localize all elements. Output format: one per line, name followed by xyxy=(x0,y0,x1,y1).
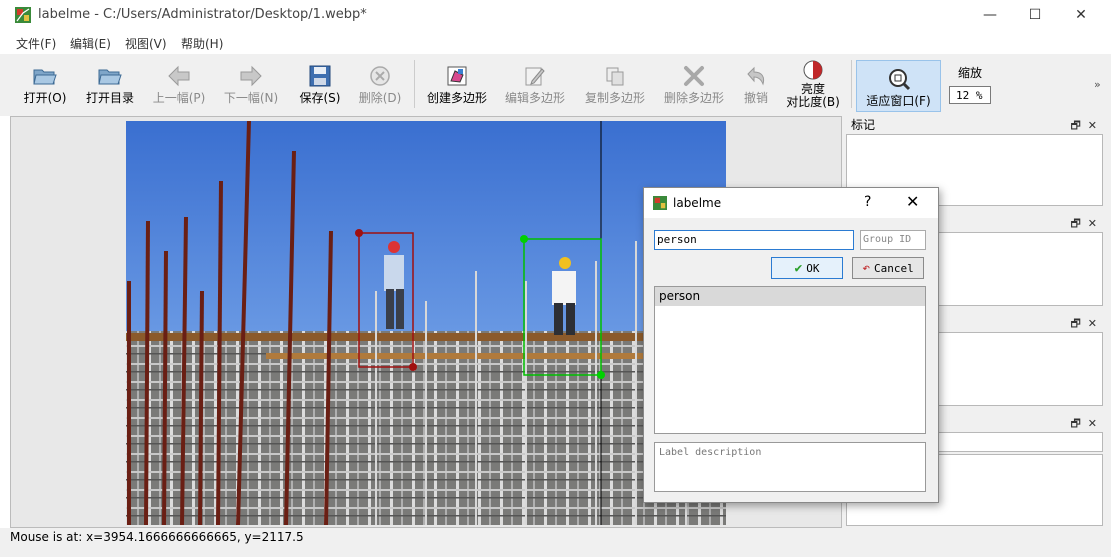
toolbar-separator xyxy=(414,60,415,108)
dock-float-icon[interactable]: 🗗 xyxy=(1070,317,1080,330)
delete-x-icon xyxy=(684,66,704,86)
dialog-title-bar: labelme ? ✕ xyxy=(644,188,938,218)
copy-icon xyxy=(606,67,624,86)
dock-title: 标记 🗗 ✕ xyxy=(846,116,1103,134)
copy-polygon-button[interactable]: 复制多边形 xyxy=(580,56,650,112)
zoom-fit-icon xyxy=(888,69,910,91)
ok-button[interactable]: ✔ OK xyxy=(771,257,843,279)
status-bar: Mouse is at: x=3954.1666666666665, y=211… xyxy=(10,530,304,544)
list-item[interactable]: person xyxy=(655,287,925,306)
label-input[interactable]: person xyxy=(654,230,854,250)
open-dir-label: 打开目录 xyxy=(85,91,134,105)
open-label: 打开(O) xyxy=(23,91,67,105)
fit-window-label: 适应窗口(F) xyxy=(866,94,931,108)
delete-file-label: 删除(D) xyxy=(358,91,402,105)
label-description-input[interactable]: Label description xyxy=(654,442,926,492)
next-image-button[interactable]: 下一幅(N) xyxy=(220,56,282,112)
check-icon: ✔ xyxy=(794,260,803,276)
create-polygon-button[interactable]: 创建多边形 xyxy=(422,56,492,112)
cancel-button[interactable]: ↶ Cancel xyxy=(852,257,924,279)
close-button[interactable]: ✕ xyxy=(1058,0,1104,30)
menu-help[interactable]: 帮助(H) xyxy=(181,35,223,52)
save-label: 保存(S) xyxy=(299,91,341,105)
edit-polygon-button[interactable]: 编辑多边形 xyxy=(500,56,570,112)
undo-arrow-icon xyxy=(747,66,765,86)
label-dialog: labelme ? ✕ person Group ID ✔ OK ↶ Cance… xyxy=(643,187,939,503)
save-disk-icon xyxy=(309,65,331,87)
menu-view[interactable]: 视图(V) xyxy=(125,35,167,52)
brightness-contrast-button[interactable]: 亮度 对比度(B) xyxy=(782,56,844,112)
menu-file[interactable]: 文件(F) xyxy=(16,35,56,52)
undo-button[interactable]: 撤销 xyxy=(736,56,776,112)
menu-edit[interactable]: 编辑(E) xyxy=(70,35,111,52)
folder-open-icon xyxy=(98,69,122,85)
left-margin xyxy=(0,116,10,528)
delete-polygon-button[interactable]: 删除多边形 xyxy=(658,56,730,112)
dock-float-icon[interactable]: 🗗 xyxy=(1070,217,1080,230)
toolbar: 打开(O) 打开目录 上一幅(P) 下一幅(N) 保存(S) 删除(D) 创建多… xyxy=(0,54,1111,114)
labelme-app-icon xyxy=(15,7,31,23)
delete-file-button[interactable]: 删除(D) xyxy=(354,56,406,112)
ok-label: OK xyxy=(806,261,820,275)
cancel-label: Cancel xyxy=(874,261,914,275)
arrow-left-icon xyxy=(168,65,190,87)
window-title: labelme - C:/Users/Administrator/Desktop… xyxy=(38,7,367,22)
create-polygon-icon xyxy=(447,66,467,86)
next-image-label: 下一幅(N) xyxy=(223,91,279,105)
dock-float-icon[interactable]: 🗗 xyxy=(1070,119,1080,132)
maximize-button[interactable]: ☐ xyxy=(1012,0,1058,30)
dock-float-icon[interactable]: 🗗 xyxy=(1070,417,1080,430)
copy-polygon-label: 复制多边形 xyxy=(584,91,645,105)
toolbar-overflow-icon[interactable]: » xyxy=(1094,78,1101,91)
dialog-title: labelme xyxy=(673,196,722,210)
edit-pencil-icon xyxy=(525,67,545,86)
fit-window-button[interactable]: 适应窗口(F) xyxy=(856,60,941,112)
dock-close-icon[interactable]: ✕ xyxy=(1088,119,1097,132)
save-button[interactable]: 保存(S) xyxy=(294,56,346,112)
zoom-label: 缩放 xyxy=(958,66,983,80)
labelme-app-icon xyxy=(653,196,667,210)
undo-arrow-icon: ↶ xyxy=(862,260,871,276)
dock-close-icon[interactable]: ✕ xyxy=(1088,317,1097,330)
prev-image-label: 上一幅(P) xyxy=(152,91,206,105)
prev-image-button[interactable]: 上一幅(P) xyxy=(148,56,210,112)
undo-label: 撤销 xyxy=(743,91,768,105)
arrow-right-icon xyxy=(240,65,262,87)
open-dir-button[interactable]: 打开目录 xyxy=(80,56,140,112)
help-icon[interactable]: ? xyxy=(864,194,871,210)
title-bar: labelme - C:/Users/Administrator/Desktop… xyxy=(0,0,1111,30)
group-id-input[interactable]: Group ID xyxy=(860,230,926,250)
dialog-close-icon[interactable]: ✕ xyxy=(906,192,919,211)
contrast-label: 对比度(B) xyxy=(786,95,840,109)
minimize-button[interactable]: — xyxy=(967,0,1013,30)
zoom-spinbox[interactable]: 12 % xyxy=(949,86,991,104)
construction-photo xyxy=(126,121,726,525)
folder-open-icon xyxy=(33,69,57,85)
menu-bar: 文件(F) 编辑(E) 视图(V) 帮助(H) xyxy=(0,30,1111,54)
edit-polygon-label: 编辑多边形 xyxy=(504,91,565,105)
dock-close-icon[interactable]: ✕ xyxy=(1088,217,1097,230)
delete-polygon-label: 删除多边形 xyxy=(663,91,724,105)
open-button[interactable]: 打开(O) xyxy=(17,56,73,112)
dock-title-text: 标记 xyxy=(851,118,876,132)
brightness-contrast-icon xyxy=(803,60,823,80)
dock-close-icon[interactable]: ✕ xyxy=(1088,417,1097,430)
delete-circle-icon xyxy=(370,66,390,86)
create-polygon-label: 创建多边形 xyxy=(426,91,487,105)
label-list[interactable]: person xyxy=(654,286,926,434)
toolbar-separator xyxy=(851,60,852,108)
